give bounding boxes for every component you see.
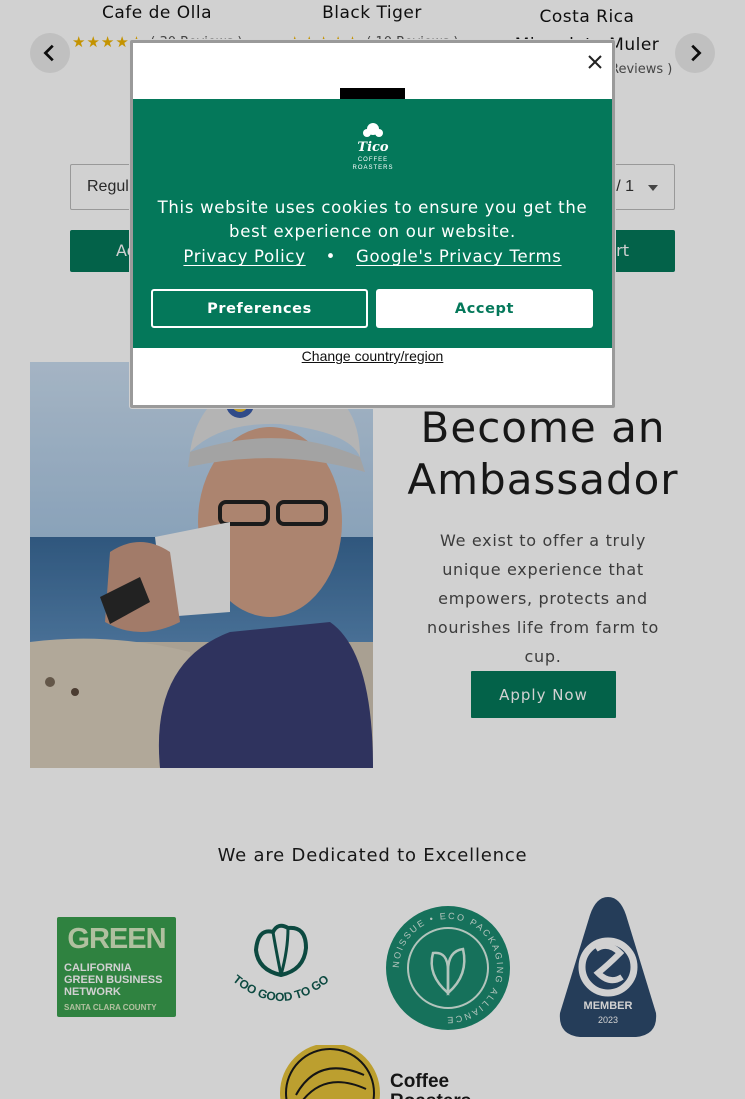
logo-line1: Tico	[357, 140, 389, 155]
preferences-button[interactable]: Preferences	[151, 289, 368, 328]
cookie-message: This website uses cookies to ensure you …	[157, 198, 588, 241]
logo-line2: COFFEE	[358, 157, 388, 163]
change-country-link[interactable]: Change country/region	[0, 348, 745, 364]
logo-line3: ROASTERS	[352, 165, 393, 171]
tico-logo: Tico COFFEE ROASTERS	[343, 121, 403, 173]
link-separator: •	[325, 247, 337, 266]
modal-close-button[interactable]	[582, 49, 608, 75]
google-privacy-terms-link[interactable]: Google's Privacy Terms	[356, 247, 562, 266]
cookie-banner: Tico COFFEE ROASTERS This website uses c…	[133, 99, 612, 348]
close-icon	[588, 55, 602, 69]
cookie-links: Privacy Policy • Google's Privacy Terms	[133, 247, 612, 266]
privacy-policy-link[interactable]: Privacy Policy	[183, 247, 305, 266]
accept-button[interactable]: Accept	[376, 289, 593, 328]
